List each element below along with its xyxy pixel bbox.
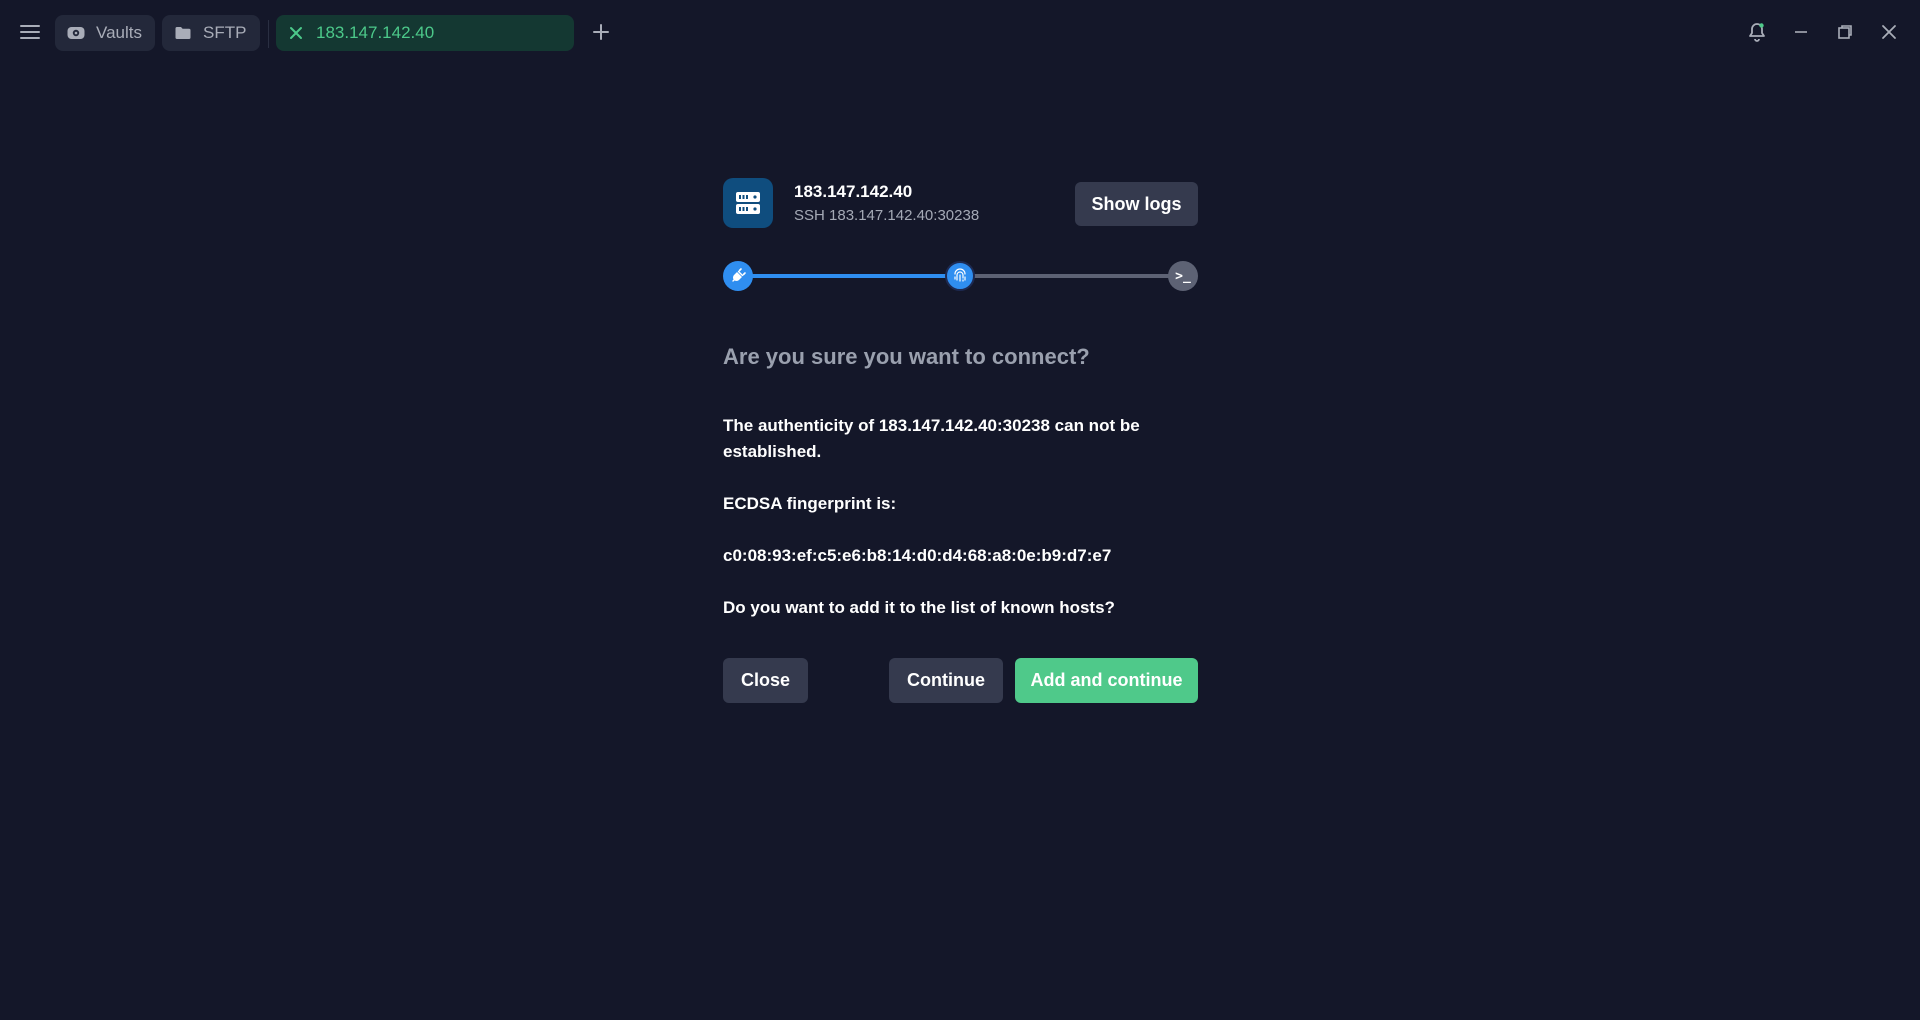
continue-button[interactable]: Continue: [889, 658, 1003, 703]
add-tab-icon[interactable]: [589, 20, 613, 44]
tab-vaults[interactable]: Vaults: [55, 15, 155, 51]
close-button[interactable]: Close: [723, 658, 808, 703]
close-icon[interactable]: [285, 22, 307, 44]
show-logs-button[interactable]: Show logs: [1075, 182, 1198, 226]
add-and-continue-button[interactable]: Add and continue: [1015, 658, 1198, 703]
vault-icon: [65, 22, 87, 44]
notification-bell-icon[interactable]: [1745, 20, 1769, 44]
fingerprint-icon: [945, 261, 975, 291]
terminal-icon: >_: [1168, 261, 1198, 291]
hamburger-menu-icon[interactable]: [18, 20, 42, 44]
tab-host-label: 183.147.142.40: [316, 23, 435, 42]
tab-host[interactable]: 183.147.142.40: [276, 15, 574, 51]
stepper-progress-line: [737, 274, 961, 278]
restore-icon[interactable]: [1833, 20, 1857, 44]
folder-icon: [172, 22, 194, 44]
authenticity-message: The authenticity of 183.147.142.40:30238…: [723, 416, 1140, 461]
tab-vaults-label: Vaults: [96, 23, 142, 42]
title-bar: Vaults SFTP 183.147.142.40: [0, 0, 1920, 64]
fingerprint-label: ECDSA fingerprint is:: [723, 494, 897, 513]
server-icon: [723, 178, 773, 228]
host-subtitle: SSH 183.147.142.40:30238: [794, 207, 980, 224]
add-known-hosts-question: Do you want to add it to the list of kno…: [723, 598, 1115, 617]
minimize-icon[interactable]: [1789, 20, 1813, 44]
stepper-pending-line: [961, 274, 1185, 278]
fingerprint-value: c0:08:93:ef:c5:e6:b8:14:d0:d4:68:a8:0e:b…: [723, 546, 1112, 565]
tab-divider: [268, 20, 269, 48]
connection-stepper: >_: [723, 261, 1198, 291]
window-close-icon[interactable]: [1877, 20, 1901, 44]
plug-icon: [723, 261, 753, 291]
dialog-question: Are you sure you want to connect?: [723, 344, 1090, 369]
host-title: 183.147.142.40: [794, 182, 913, 201]
tab-sftp-label: SFTP: [203, 23, 247, 42]
tab-sftp[interactable]: SFTP: [162, 15, 260, 51]
